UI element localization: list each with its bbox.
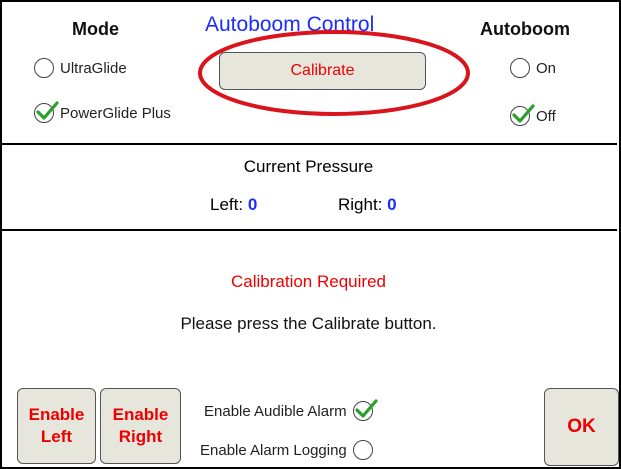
pressure-right-value: 0 (387, 195, 397, 214)
radio-checked-icon[interactable] (510, 104, 535, 126)
autoboom-option-label: Off (536, 107, 556, 125)
enable-right-button[interactable]: Enable Right (100, 388, 181, 464)
mode-option-powerglide-plus[interactable]: PowerGlide Plus (34, 101, 171, 123)
autoboom-option-on[interactable]: On (510, 58, 556, 78)
mode-header: Mode (72, 19, 119, 39)
radio-checked-icon[interactable] (34, 101, 59, 123)
button-label-line: Enable (28, 405, 85, 424)
alarm-logging-option[interactable]: Enable Alarm Logging (200, 440, 373, 460)
button-label-line: Enable (112, 405, 169, 424)
highlight-circle (198, 30, 470, 116)
mode-option-label: UltraGlide (60, 59, 127, 77)
pressure-right-readout: Right: 0 (338, 195, 397, 215)
pressure-left-readout: Left: 0 (210, 195, 257, 215)
section-divider (0, 229, 617, 231)
enable-left-button[interactable]: Enable Left (17, 388, 96, 464)
radio-unchecked-icon[interactable] (34, 58, 54, 78)
audible-alarm-option[interactable]: Enable Audible Alarm (204, 399, 378, 421)
button-label-line: Right (118, 427, 163, 446)
checkbox-checked-icon[interactable] (352, 399, 378, 421)
pressure-right-label: Right: (338, 195, 383, 214)
status-title: Calibration Required (231, 272, 386, 291)
pressure-left-label: Left: (210, 195, 244, 214)
autoboom-header: Autoboom (480, 19, 570, 39)
mode-option-ultraglide[interactable]: UltraGlide (34, 58, 127, 78)
status-message: Please press the Calibrate button. (180, 314, 437, 333)
checkbox-unchecked-icon[interactable] (352, 440, 373, 460)
autoboom-option-off[interactable]: Off (510, 104, 556, 126)
ok-button[interactable]: OK (544, 388, 619, 466)
radio-unchecked-icon[interactable] (510, 58, 530, 78)
mode-option-label: PowerGlide Plus (60, 104, 171, 122)
button-label-line: Left (40, 427, 73, 446)
alarm-logging-label: Enable Alarm Logging (200, 441, 347, 459)
pressure-title: Current Pressure (243, 157, 374, 176)
audible-alarm-label: Enable Audible Alarm (204, 402, 347, 420)
pressure-left-value: 0 (247, 195, 258, 214)
autoboom-option-label: On (536, 59, 557, 77)
section-divider (0, 143, 617, 145)
